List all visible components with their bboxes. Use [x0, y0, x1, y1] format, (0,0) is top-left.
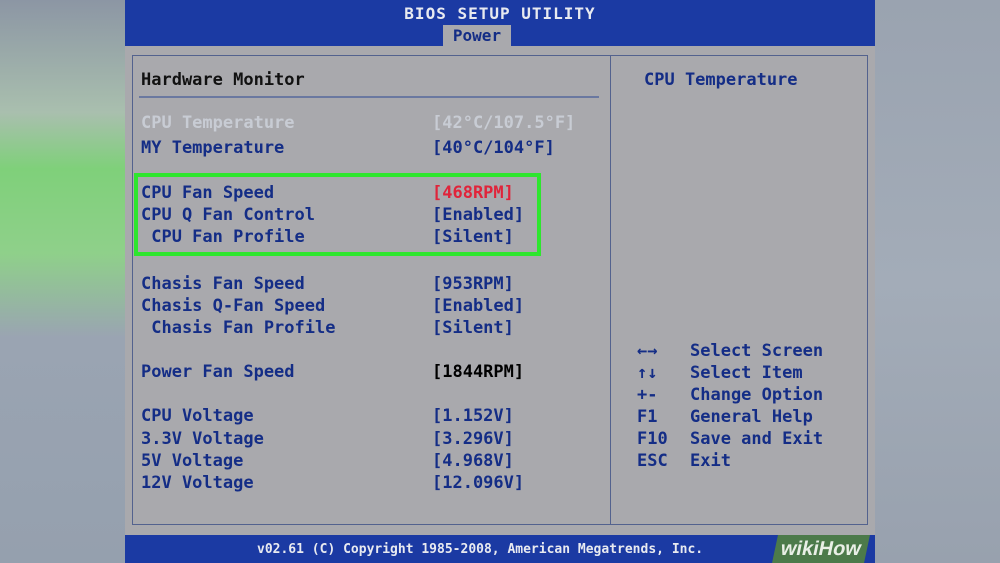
- row-5v-voltage-label[interactable]: 5V Voltage: [141, 451, 243, 471]
- row-12v-voltage-label[interactable]: 12V Voltage: [141, 473, 254, 493]
- plus-minus-key: +-: [637, 385, 658, 405]
- footer-bar: v02.61 (C) Copyright 1985-2008, American…: [125, 535, 875, 563]
- app-title: BIOS SETUP UTILITY: [404, 4, 596, 23]
- panel-divider: [610, 55, 611, 525]
- f1-key: F1: [637, 407, 658, 427]
- row-5v-voltage-value: [4.968V]: [432, 451, 514, 471]
- row-3v3-voltage-label[interactable]: 3.3V Voltage: [141, 429, 264, 449]
- up-down-arrow-icon: ↑↓: [637, 363, 658, 383]
- background-right: [875, 0, 1000, 563]
- help-select-item: Select Item: [690, 363, 803, 383]
- background-left: [0, 0, 125, 563]
- tab-power[interactable]: Power: [443, 25, 511, 46]
- copyright-text: v02.61 (C) Copyright 1985-2008, American…: [257, 542, 704, 557]
- help-save-and-exit: Save and Exit: [690, 429, 824, 449]
- section-rule: [139, 96, 599, 98]
- wikihow-watermark: wikiHow: [772, 535, 870, 563]
- bios-screen: BIOS SETUP UTILITY Power Hardware Monito…: [125, 0, 875, 563]
- row-chasis-fan-profile-label[interactable]: Chasis Fan Profile: [141, 318, 335, 338]
- row-cpu-temperature-label[interactable]: CPU Temperature: [141, 113, 295, 133]
- row-chasis-q-fan-speed-label[interactable]: Chasis Q-Fan Speed: [141, 296, 325, 316]
- row-chasis-fan-speed-label[interactable]: Chasis Fan Speed: [141, 274, 305, 294]
- row-cpu-voltage-label[interactable]: CPU Voltage: [141, 406, 254, 426]
- row-power-fan-speed-value: [1844RPM]: [432, 362, 525, 382]
- help-select-screen: Select Screen: [690, 341, 824, 361]
- section-title: Hardware Monitor: [141, 70, 305, 90]
- f10-key: F10: [637, 429, 668, 449]
- row-12v-voltage-value: [12.096V]: [432, 473, 525, 493]
- row-chasis-q-fan-speed-value[interactable]: [Enabled]: [432, 296, 524, 316]
- help-change-option: Change Option: [690, 385, 824, 405]
- row-my-temperature-value: [40°C/104°F]: [432, 138, 555, 158]
- row-power-fan-speed-label[interactable]: Power Fan Speed: [141, 362, 295, 382]
- help-exit: Exit: [690, 451, 731, 471]
- left-right-arrow-icon: ←→: [637, 341, 658, 361]
- row-my-temperature-label[interactable]: MY Temperature: [141, 138, 284, 158]
- help-general-help: General Help: [690, 407, 813, 427]
- row-cpu-temperature-value: [42°C/107.5°F]: [432, 113, 576, 133]
- row-3v3-voltage-value: [3.296V]: [432, 429, 514, 449]
- row-chasis-fan-speed-value: [953RPM]: [432, 274, 514, 294]
- help-title: CPU Temperature: [644, 70, 798, 90]
- header-bar: BIOS SETUP UTILITY Power: [125, 0, 875, 46]
- row-cpu-voltage-value: [1.152V]: [432, 406, 514, 426]
- highlight-box: [134, 173, 541, 256]
- esc-key: ESC: [637, 451, 668, 471]
- row-chasis-fan-profile-value[interactable]: [Silent]: [432, 318, 514, 338]
